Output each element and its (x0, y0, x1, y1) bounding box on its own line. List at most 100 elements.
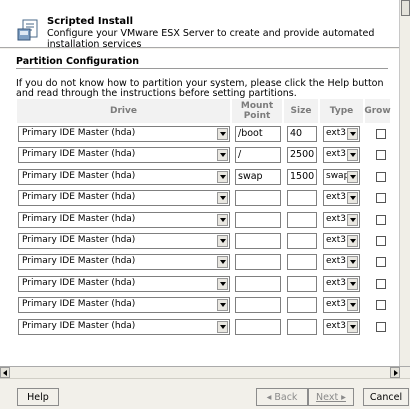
chevron-down-icon[interactable] (347, 192, 358, 204)
chevron-down-icon[interactable] (347, 128, 358, 140)
chevron-down-icon[interactable] (347, 321, 358, 333)
grow-checkbox[interactable] (376, 300, 386, 310)
drive-select[interactable]: Primary IDE Master (hda) (18, 169, 230, 185)
size-field[interactable] (287, 297, 317, 313)
mount-point-field[interactable]: swap (235, 169, 281, 185)
drive-select[interactable]: Primary IDE Master (hda) (18, 190, 230, 206)
grow-checkbox[interactable] (376, 129, 386, 139)
mount-point-field[interactable]: /boot (235, 126, 281, 142)
drive-select[interactable]: Primary IDE Master (hda) (18, 233, 230, 249)
column-header-mount-point: Mount Point (232, 99, 283, 123)
type-select[interactable]: ext3 (323, 233, 360, 249)
type-select[interactable]: swap (323, 169, 360, 185)
partition-row: Primary IDE Master (hda) ext3 (17, 319, 391, 335)
section-title: Partition Configuration (16, 56, 140, 67)
cancel-button[interactable]: Cancel (363, 388, 409, 406)
type-select[interactable]: ext3 (323, 126, 360, 142)
type-select[interactable]: ext3 (323, 212, 360, 228)
chevron-down-icon[interactable] (217, 278, 228, 290)
type-select-value: ext3 (326, 192, 346, 202)
type-select[interactable]: ext3 (323, 254, 360, 270)
scroll-right-arrow-icon[interactable] (390, 367, 400, 378)
drive-select-value: Primary IDE Master (hda) (22, 171, 136, 181)
grow-checkbox[interactable] (376, 150, 386, 160)
type-select[interactable]: ext3 (323, 147, 360, 163)
mount-point-field[interactable] (235, 319, 281, 335)
type-select-value: ext3 (326, 214, 346, 224)
type-select[interactable]: ext3 (323, 319, 360, 335)
size-field[interactable] (287, 233, 317, 249)
chevron-down-icon[interactable] (347, 256, 358, 268)
mount-point-field[interactable] (235, 276, 281, 292)
install-script-icon (17, 19, 38, 41)
drive-select[interactable]: Primary IDE Master (hda) (18, 297, 230, 313)
partition-row: Primary IDE Master (hda) ext3 (17, 233, 391, 249)
type-select[interactable]: ext3 (323, 297, 360, 313)
type-select-value: swap (326, 171, 350, 181)
drive-select-value: Primary IDE Master (hda) (22, 278, 136, 288)
size-field[interactable]: 2500 (287, 147, 317, 163)
mount-point-field[interactable] (235, 212, 281, 228)
drive-select[interactable]: Primary IDE Master (hda) (18, 126, 230, 142)
chevron-down-icon[interactable] (347, 149, 358, 161)
grow-checkbox[interactable] (376, 279, 386, 289)
horizontal-scrollbar[interactable] (0, 366, 410, 378)
grow-checkbox[interactable] (376, 322, 386, 332)
mount-point-field[interactable] (235, 233, 281, 249)
type-select[interactable]: ext3 (323, 276, 360, 292)
vertical-scroll-thumb[interactable] (401, 0, 410, 16)
grow-checkbox[interactable] (376, 193, 386, 203)
chevron-down-icon[interactable] (217, 235, 228, 247)
drive-select-value: Primary IDE Master (hda) (22, 299, 136, 309)
mount-point-field[interactable] (235, 254, 281, 270)
column-header-grow: Grow (364, 99, 391, 123)
partition-row: Primary IDE Master (hda) ext3 (17, 276, 391, 292)
size-field[interactable] (287, 319, 317, 335)
chevron-down-icon[interactable] (347, 278, 358, 290)
type-select-value: ext3 (326, 278, 346, 288)
size-field[interactable] (287, 212, 317, 228)
back-button[interactable]: ◂ Back (256, 388, 308, 406)
size-field[interactable] (287, 276, 317, 292)
partition-row: Primary IDE Master (hda) ext3 (17, 254, 391, 270)
mount-point-field[interactable] (235, 297, 281, 313)
mount-point-field[interactable] (235, 190, 281, 206)
chevron-down-icon[interactable] (217, 321, 228, 333)
chevron-down-icon[interactable] (217, 299, 228, 311)
partition-row: Primary IDE Master (hda) ext3 (17, 212, 391, 228)
chevron-down-icon[interactable] (347, 235, 358, 247)
chevron-down-icon[interactable] (347, 171, 358, 183)
chevron-down-icon[interactable] (347, 214, 358, 226)
vertical-scrollbar[interactable] (399, 0, 410, 380)
chevron-down-icon[interactable] (347, 299, 358, 311)
drive-select-value: Primary IDE Master (hda) (22, 235, 136, 245)
drive-select[interactable]: Primary IDE Master (hda) (18, 276, 230, 292)
drive-select-value: Primary IDE Master (hda) (22, 192, 136, 202)
size-field[interactable] (287, 254, 317, 270)
chevron-down-icon[interactable] (217, 256, 228, 268)
size-field[interactable]: 40 (287, 126, 317, 142)
mount-point-field[interactable]: / (235, 147, 281, 163)
drive-select[interactable]: Primary IDE Master (hda) (18, 319, 230, 335)
size-field[interactable]: 1500 (287, 169, 317, 185)
drive-select-value: Primary IDE Master (hda) (22, 256, 136, 266)
scroll-left-arrow-icon[interactable] (0, 367, 10, 378)
column-header-type: Type (320, 99, 364, 123)
chevron-down-icon[interactable] (217, 171, 228, 183)
chevron-down-icon[interactable] (217, 214, 228, 226)
drive-select[interactable]: Primary IDE Master (hda) (18, 254, 230, 270)
grow-checkbox[interactable] (376, 172, 386, 182)
chevron-down-icon[interactable] (217, 149, 228, 161)
size-field[interactable] (287, 190, 317, 206)
type-select[interactable]: ext3 (323, 190, 360, 206)
next-button[interactable]: Next ▸ (308, 388, 354, 406)
drive-select-value: Primary IDE Master (hda) (22, 214, 136, 224)
help-button[interactable]: Help (17, 388, 59, 406)
drive-select[interactable]: Primary IDE Master (hda) (18, 212, 230, 228)
grow-checkbox[interactable] (376, 236, 386, 246)
chevron-down-icon[interactable] (217, 192, 228, 204)
drive-select[interactable]: Primary IDE Master (hda) (18, 147, 230, 163)
grow-checkbox[interactable] (376, 257, 386, 267)
grow-checkbox[interactable] (376, 215, 386, 225)
chevron-down-icon[interactable] (217, 128, 228, 140)
